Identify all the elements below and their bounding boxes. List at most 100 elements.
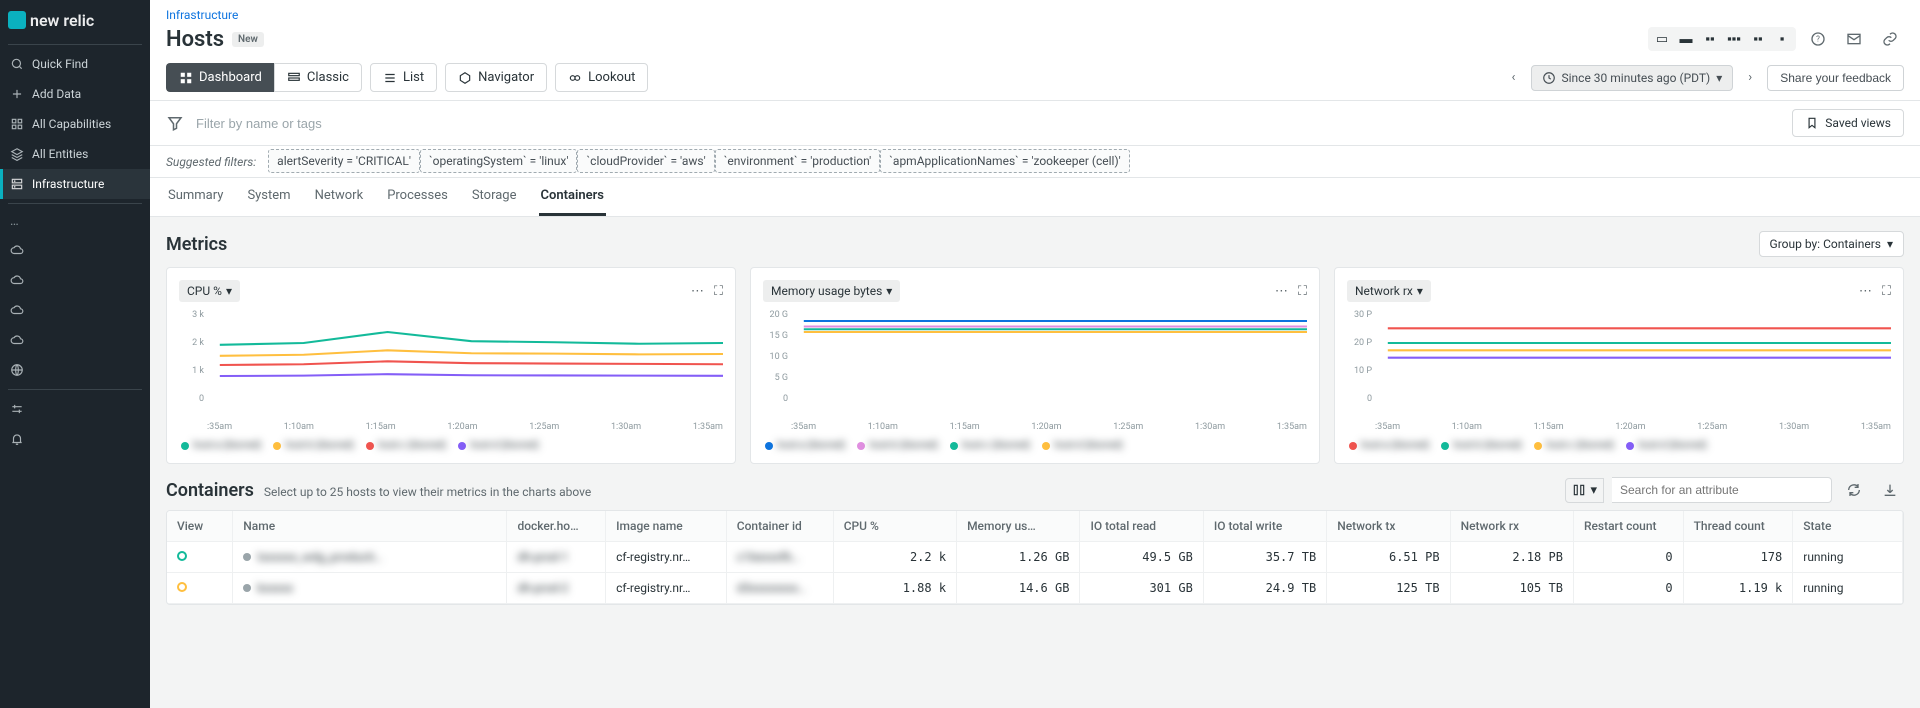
legend-item[interactable]: host-d (blurred): [1626, 440, 1707, 451]
density-switch[interactable]: ▭ ▬ ▪▪ ▪▪▪ ▪▪ ▪: [1648, 27, 1796, 51]
help-button[interactable]: ?: [1804, 25, 1832, 53]
column-header[interactable]: Restart count: [1573, 511, 1683, 542]
sidebar-cloud[interactable]: [0, 265, 150, 295]
column-header[interactable]: CPU %: [833, 511, 956, 542]
view-dashboard[interactable]: Dashboard: [166, 63, 274, 92]
row-view-indicator[interactable]: [177, 582, 187, 592]
suggested-filters: Suggested filters: alertSeverity = 'CRIT…: [150, 146, 1920, 178]
column-header[interactable]: Network rx: [1450, 511, 1573, 542]
density-opt[interactable]: ▪▪: [1747, 30, 1769, 48]
legend-item[interactable]: host-c (blurred): [1534, 440, 1614, 451]
filter-input[interactable]: [196, 116, 1780, 131]
density-opt[interactable]: ▪▪▪: [1723, 30, 1745, 48]
card-menu-button[interactable]: ⋯: [1859, 284, 1872, 299]
sidebar-more[interactable]: …: [0, 208, 150, 235]
table-search-input[interactable]: [1612, 477, 1832, 503]
suggested-filter-chip[interactable]: `operatingSystem` = 'linux': [420, 149, 578, 173]
view-classic[interactable]: Classic: [274, 63, 362, 92]
view-list[interactable]: List: [370, 63, 437, 92]
tab-summary[interactable]: Summary: [166, 178, 225, 216]
legend-item[interactable]: host-a (blurred): [1349, 440, 1429, 451]
sidebar-item-label: Quick Find: [32, 57, 88, 71]
metric-card: Memory usage bytes ▾ ⋯ ⛶ 20 G15 G10 G5 G…: [750, 267, 1320, 464]
sidebar-adjust[interactable]: [0, 394, 150, 424]
column-header[interactable]: IO total read: [1080, 511, 1203, 542]
sidebar-item-all-capabilities[interactable]: All Capabilities: [0, 109, 150, 139]
column-header[interactable]: Image name: [606, 511, 727, 542]
tab-storage[interactable]: Storage: [470, 178, 519, 216]
tab-processes[interactable]: Processes: [385, 178, 450, 216]
sidebar-cloud[interactable]: [0, 325, 150, 355]
chart-area[interactable]: 3 k2 k1 k0: [179, 310, 723, 420]
column-header[interactable]: View: [167, 511, 233, 542]
suggested-filter-chip[interactable]: `apmApplicationNames` = 'zookeeper (cell…: [880, 149, 1130, 173]
image-name: cf-registry.nr…: [606, 542, 727, 573]
tab-network[interactable]: Network: [313, 178, 366, 216]
legend-item[interactable]: host-d (blurred): [1042, 440, 1123, 451]
card-menu-button[interactable]: ⋯: [691, 284, 704, 299]
share-feedback-button[interactable]: Share your feedback: [1767, 65, 1904, 91]
table-column-filter[interactable]: ▾: [1565, 478, 1604, 503]
table-row[interactable]: txxxxxx_wdg_producti… dh-prod-1 cf-regis…: [167, 542, 1903, 573]
sidebar-cloud[interactable]: [0, 295, 150, 325]
card-expand-button[interactable]: ⛶: [714, 284, 723, 299]
tab-containers[interactable]: Containers: [539, 178, 606, 216]
columns-icon: [1572, 483, 1586, 497]
sidebar-cloud[interactable]: [0, 235, 150, 265]
time-next[interactable]: ›: [1741, 70, 1759, 85]
metric-select[interactable]: Memory usage bytes ▾: [763, 280, 900, 302]
container-name: txxxxxx_wdg_producti…: [257, 550, 382, 564]
sidebar-item-add-data[interactable]: Add Data: [0, 79, 150, 109]
view-lookout[interactable]: Lookout: [555, 63, 648, 92]
legend-item[interactable]: host-c (blurred): [366, 440, 446, 451]
column-header[interactable]: Name: [233, 511, 507, 542]
breadcrumb[interactable]: Infrastructure: [166, 8, 238, 22]
brand-logo[interactable]: new relic: [0, 0, 150, 40]
sidebar-item-all-entities[interactable]: All Entities: [0, 139, 150, 169]
sidebar-item-infrastructure[interactable]: Infrastructure: [0, 169, 150, 199]
column-header[interactable]: docker.ho…: [507, 511, 606, 542]
column-header[interactable]: Container id: [726, 511, 833, 542]
inbox-button[interactable]: [1840, 25, 1868, 53]
timerange-picker[interactable]: Since 30 minutes ago (PDT) ▾: [1531, 65, 1734, 91]
sidebar-item-quick-find[interactable]: Quick Find: [0, 49, 150, 79]
row-view-indicator[interactable]: [177, 551, 187, 561]
chart-area[interactable]: 30 P20 P10 P0: [1347, 310, 1891, 420]
metric-select[interactable]: Network rx ▾: [1347, 280, 1431, 302]
suggested-filter-chip[interactable]: `environment` = 'production': [715, 149, 881, 173]
view-navigator[interactable]: Navigator: [445, 63, 547, 92]
column-header[interactable]: IO total write: [1203, 511, 1326, 542]
card-menu-button[interactable]: ⋯: [1275, 284, 1288, 299]
legend-item[interactable]: host-b (blurred): [273, 440, 354, 451]
table-row[interactable]: kxxxxx dh-prod-2 cf-registry.nr… d3xxxxx…: [167, 573, 1903, 604]
saved-views-button[interactable]: Saved views: [1792, 109, 1904, 137]
sidebar-alerts[interactable]: [0, 424, 150, 454]
sidebar-globe[interactable]: [0, 355, 150, 385]
legend-item[interactable]: host-b (blurred): [1441, 440, 1522, 451]
card-expand-button[interactable]: ⛶: [1882, 284, 1891, 299]
refresh-button[interactable]: [1840, 476, 1868, 504]
tab-system[interactable]: System: [245, 178, 292, 216]
groupby-select[interactable]: Group by: Containers ▾: [1759, 231, 1904, 257]
legend-item[interactable]: host-a (blurred): [181, 440, 261, 451]
column-header[interactable]: State: [1793, 511, 1903, 542]
column-header[interactable]: Network tx: [1327, 511, 1450, 542]
legend-item[interactable]: host-b (blurred): [857, 440, 938, 451]
card-expand-button[interactable]: ⛶: [1298, 284, 1307, 299]
suggested-filter-chip[interactable]: `cloudProvider` = 'aws': [577, 149, 714, 173]
legend-item[interactable]: host-d (blurred): [458, 440, 539, 451]
suggested-filter-chip[interactable]: alertSeverity = 'CRITICAL': [268, 149, 420, 173]
density-opt[interactable]: ▪▪: [1699, 30, 1721, 48]
legend-item[interactable]: host-c (blurred): [950, 440, 1030, 451]
density-opt[interactable]: ▪: [1771, 30, 1793, 48]
metric-select[interactable]: CPU % ▾: [179, 280, 240, 302]
density-opt[interactable]: ▬: [1675, 30, 1697, 48]
legend-item[interactable]: host-a (blurred): [765, 440, 845, 451]
time-prev[interactable]: ‹: [1505, 70, 1523, 85]
column-header[interactable]: Thread count: [1683, 511, 1793, 542]
download-button[interactable]: [1876, 476, 1904, 504]
link-button[interactable]: [1876, 25, 1904, 53]
density-opt[interactable]: ▭: [1651, 30, 1673, 48]
chart-area[interactable]: 20 G15 G10 G5 G0: [763, 310, 1307, 420]
column-header[interactable]: Memory us…: [957, 511, 1080, 542]
